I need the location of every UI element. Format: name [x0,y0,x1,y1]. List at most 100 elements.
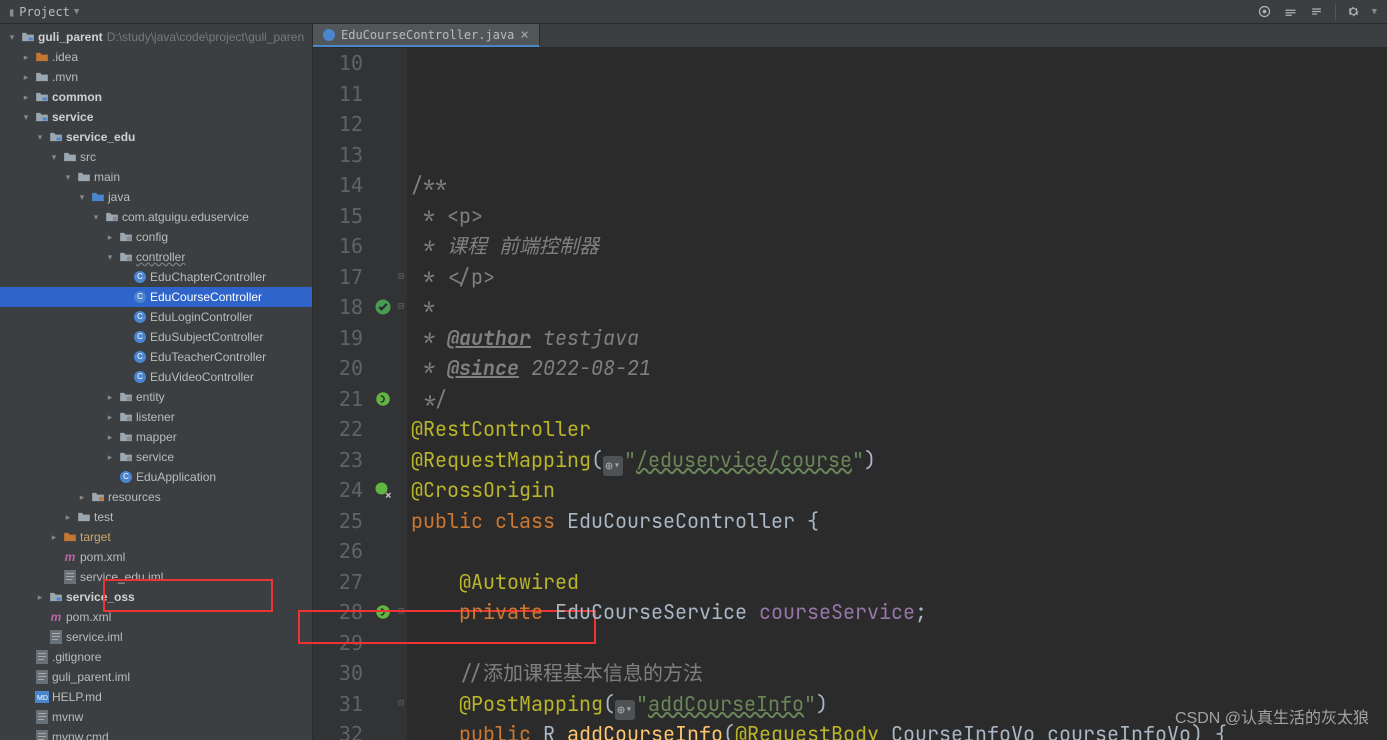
tree-node-java[interactable]: ▾java [0,187,312,207]
code-line-20[interactable]: @CrossOrigin [411,475,1387,506]
fold-icon[interactable]: ⊟ [395,597,407,628]
fold-icon[interactable] [395,628,407,659]
tree-node-mapper[interactable]: ▸mapper [0,427,312,447]
fold-icon[interactable]: ⊟ [395,689,407,720]
code-editor[interactable]: 1011121314151617181920212223242526272829… [313,48,1387,740]
gutter-icon[interactable] [371,384,395,415]
fold-icon[interactable] [395,48,407,79]
chevron-icon[interactable]: ▸ [104,452,116,463]
chevron-icon[interactable] [104,472,116,482]
chevron-icon[interactable]: ▾ [48,152,60,163]
chevron-icon[interactable] [20,672,32,682]
gutter-icon[interactable] [371,628,395,659]
tree-node-config[interactable]: ▸config [0,227,312,247]
chevron-icon[interactable] [34,612,46,622]
tree-node-com-atguigu-eduservice[interactable]: ▾com.atguigu.eduservice [0,207,312,227]
fold-icon[interactable] [395,658,407,689]
gutter-icon[interactable] [371,414,395,445]
gutter-icon[interactable] [371,689,395,720]
tree-node-service_oss[interactable]: ▸service_oss [0,587,312,607]
chevron-icon[interactable]: ▾ [104,252,116,263]
chevron-icon[interactable] [20,652,32,662]
tree-node-test[interactable]: ▸test [0,507,312,527]
fold-icon[interactable] [395,79,407,110]
fold-icon[interactable] [395,414,407,445]
code-area[interactable]: /** * <p> * 课程 前端控制器 * </p> * * @author … [407,48,1387,740]
gutter-icon[interactable] [371,170,395,201]
tree-node-entity[interactable]: ▸entity [0,387,312,407]
chevron-icon[interactable]: ▸ [20,92,32,103]
fold-icon[interactable] [395,140,407,171]
chevron-icon[interactable]: ▸ [20,72,32,83]
project-tool-label[interactable]: ▮ Project ▼ [0,5,87,19]
tree-node-eduteachercontroller[interactable]: CEduTeacherController [0,347,312,367]
tree-node-service-iml[interactable]: service.iml [0,627,312,647]
fold-icon[interactable] [395,384,407,415]
close-icon[interactable]: × [520,27,528,43]
tree-node-common[interactable]: ▸common [0,87,312,107]
chevron-icon[interactable]: ▸ [104,392,116,403]
gutter-icon[interactable] [371,79,395,110]
tree-node-edulogincontroller[interactable]: CEduLoginController [0,307,312,327]
gutter-icon[interactable] [371,445,395,476]
gutter-icon[interactable] [371,292,395,323]
tree-node--gitignore[interactable]: .gitignore [0,647,312,667]
chevron-icon[interactable]: ▸ [62,512,74,523]
chevron-icon[interactable] [118,292,130,302]
project-tree[interactable]: ▾guli_parentD:\study\java\code\project\g… [0,24,313,740]
fold-icon[interactable] [395,719,407,740]
fold-icon[interactable] [395,353,407,384]
code-line-16[interactable]: * @since 2022-08-21 [411,353,1387,384]
expand-all-icon[interactable] [1283,4,1299,20]
code-line-23[interactable]: @Autowired [411,567,1387,598]
chevron-icon[interactable]: ▾ [62,172,74,183]
gutter-icon[interactable] [371,475,395,506]
tree-node-edusubjectcontroller[interactable]: CEduSubjectController [0,327,312,347]
tree-node-service[interactable]: ▾service [0,107,312,127]
gutter-icon[interactable] [371,262,395,293]
chevron-down-icon[interactable]: ▼ [1372,7,1377,17]
tree-node-mvnw-cmd[interactable]: mvnw.cmd [0,727,312,740]
tree-node-guli_parent[interactable]: ▾guli_parentD:\study\java\code\project\g… [0,27,312,47]
code-line-21[interactable]: public class EduCourseController { [411,506,1387,537]
fold-icon[interactable] [395,323,407,354]
fold-icon[interactable]: ⊟ [395,262,407,293]
code-line-11[interactable]: * <p> [411,201,1387,232]
code-line-10[interactable]: /** [411,170,1387,201]
fold-icon[interactable] [395,567,407,598]
chevron-icon[interactable] [48,572,60,582]
tree-node-listener[interactable]: ▸listener [0,407,312,427]
locate-icon[interactable] [1257,4,1273,20]
code-line-22[interactable] [411,536,1387,567]
tab-edu-course-controller[interactable]: EduCourseController.java × [313,24,540,47]
gutter-icon[interactable] [371,109,395,140]
gutter-icon[interactable] [371,536,395,567]
code-line-15[interactable]: * @author testjava [411,323,1387,354]
gutter-icon[interactable] [371,353,395,384]
fold-icon[interactable] [395,536,407,567]
gutter-icon[interactable] [371,567,395,598]
chevron-icon[interactable]: ▸ [20,52,32,63]
tree-node-main[interactable]: ▾main [0,167,312,187]
fold-icon[interactable]: ⊟ [395,292,407,323]
chevron-icon[interactable] [118,332,130,342]
chevron-icon[interactable]: ▸ [104,232,116,243]
chevron-icon[interactable]: ▸ [48,532,60,543]
collapse-all-icon[interactable] [1309,4,1325,20]
chevron-icon[interactable]: ▾ [20,112,32,123]
tree-node-educoursecontroller[interactable]: CEduCourseController [0,287,312,307]
tree-node--mvn[interactable]: ▸.mvn [0,67,312,87]
tree-node-eduvideocontroller[interactable]: CEduVideoController [0,367,312,387]
code-line-19[interactable]: @RequestMapping(⊕▾"/eduservice/course") [411,445,1387,476]
tree-node-pom-xml[interactable]: mpom.xml [0,607,312,627]
chevron-icon[interactable]: ▾ [34,132,46,143]
tree-node-src[interactable]: ▾src [0,147,312,167]
gutter-icon[interactable] [371,140,395,171]
gutter-icon[interactable] [371,506,395,537]
chevron-icon[interactable] [118,372,130,382]
tree-node-service[interactable]: ▸service [0,447,312,467]
gutter-icon[interactable] [371,719,395,740]
tree-node-service_edu-iml[interactable]: service_edu.iml [0,567,312,587]
chevron-icon[interactable] [118,272,130,282]
tree-node-target[interactable]: ▸target [0,527,312,547]
